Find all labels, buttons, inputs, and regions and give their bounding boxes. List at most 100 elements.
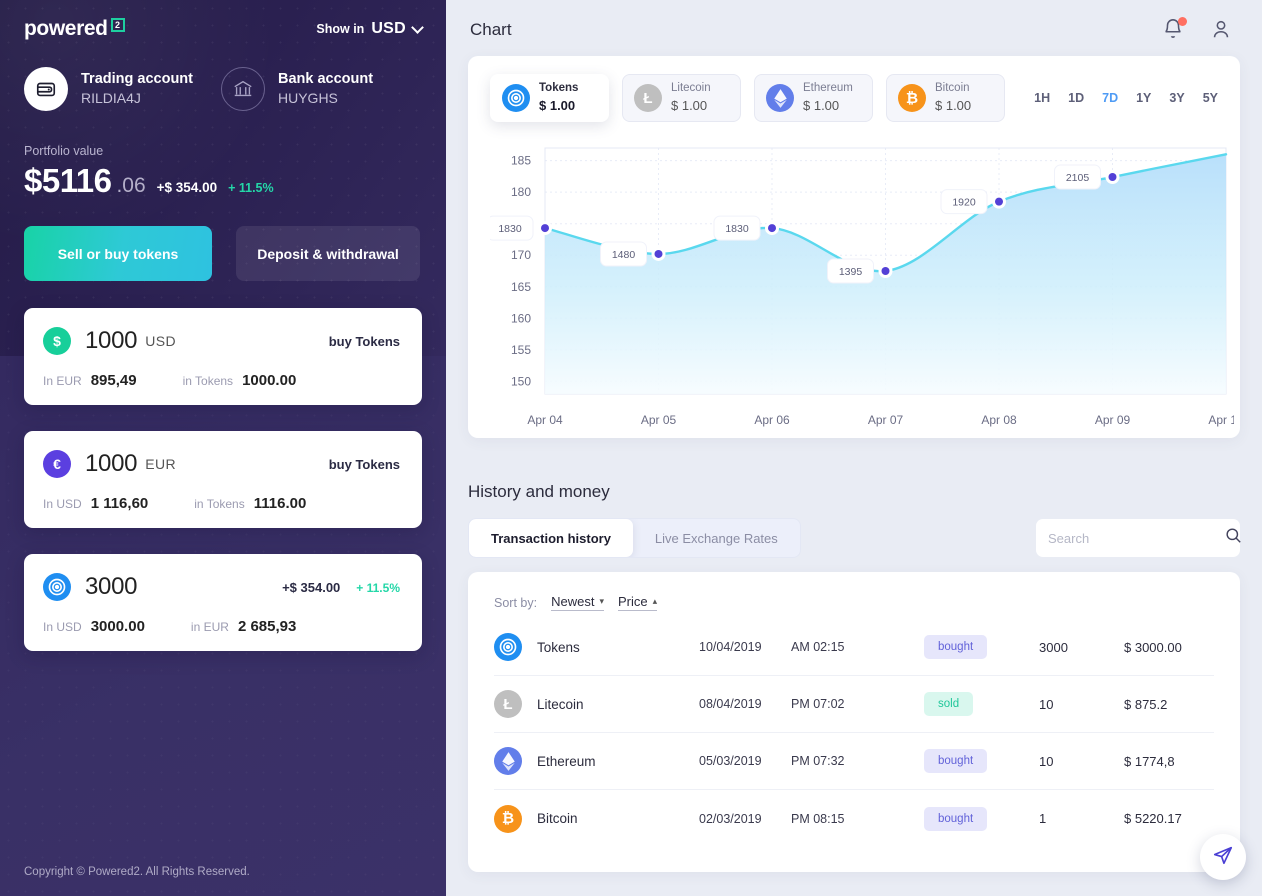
chart-point[interactable] [654,249,663,258]
copyright: Copyright © Powered2. All Rights Reserve… [24,866,250,878]
logo-mark-icon: 2 [110,18,125,32]
coin-tab-tokens-name: Tokens [539,82,579,95]
currency-selector[interactable]: Show in USD [316,20,424,38]
card-top: € 1000 EUR buy Tokens [43,450,400,478]
bank-account-id: HUYGHS [278,90,338,107]
sort-newest-button[interactable]: Newest ▾ [551,594,604,611]
trading-account-text: Trading account RILDIA4J [81,70,193,108]
chart-svg: 185180175170165160155150 183014801830139… [486,147,1244,427]
caret-down-icon: ▾ [599,596,604,606]
search-icon[interactable] [1224,526,1243,550]
usd-right-label: in Tokens [182,374,234,388]
point-label: 1830 [725,223,749,235]
tab-live-exchange-rates[interactable]: Live Exchange Rates [633,519,800,557]
coin-tab-text: Bitcoin $ 1.00 [935,81,971,114]
range-1y[interactable]: 1Y [1136,91,1151,105]
deposit-withdrawal-button[interactable]: Deposit & withdrawal [236,226,420,281]
row-tokens-icon [494,633,522,661]
sidebar: powered 2 Show in USD Trading account RI… [0,0,446,896]
table-row[interactable]: Ł Litecoin 08/04/2019 PM 07:02 sold 10 $… [494,676,1214,733]
header-icons [1162,17,1234,42]
currency-cards: $ 1000 USD buy Tokens In EUR 895,49 in T… [24,308,422,651]
point-label: 1395 [839,266,863,278]
usd-left-value: 895,49 [90,372,137,389]
chart-point[interactable] [1108,173,1117,182]
chevron-down-icon [411,20,424,34]
eur-buy-tokens-link[interactable]: buy Tokens [329,457,400,472]
bell-icon[interactable] [1162,17,1187,42]
card-top: 3000 +$ 354.00 + 11.5% [43,573,400,601]
sort-price-button[interactable]: Price ▴ [617,594,658,611]
row-ethereum-icon [494,747,522,775]
coin-tab-text: Ethereum $ 1.00 [803,81,853,114]
transactions-panel: Sort by: Newest ▾ Price ▴ Tokens 10/04/2… [468,572,1240,872]
coin-tab-litecoin[interactable]: Ł Litecoin $ 1.00 [622,74,741,122]
y-tick-label: 185 [511,154,531,168]
x-tick-label: Apr 09 [1095,413,1131,427]
coin-tab-ethereum[interactable]: Ethereum $ 1.00 [754,74,873,122]
y-tick-label: 150 [511,374,531,388]
chart-point[interactable] [541,224,549,233]
search-box[interactable] [1036,519,1243,557]
coin-tab-text: Litecoin $ 1.00 [671,81,711,114]
table-row[interactable]: ₿ Bitcoin 02/03/2019 PM 08:15 bought 1 $… [494,790,1214,847]
chart-point[interactable] [768,224,776,233]
range-1h[interactable]: 1H [1034,91,1050,105]
range-7d[interactable]: 7D [1102,91,1118,105]
logo-mark-text: 2 [115,19,121,30]
row-price: $ 5220.17 [1124,811,1182,826]
x-tick-label: Apr 05 [641,413,677,427]
usd-currency: USD [145,333,176,349]
bank-account-name: Bank account [278,70,374,87]
row-quantity: 1 [1039,811,1047,826]
tokens-percent: + 11.5% [356,580,400,595]
y-tick-label: 170 [511,248,531,262]
user-icon[interactable] [1210,18,1234,42]
send-button[interactable] [1200,834,1246,880]
coin-tab-tokens[interactable]: Tokens $ 1.00 [490,74,609,122]
usd-buy-tokens-link[interactable]: buy Tokens [329,334,400,349]
range-3y[interactable]: 3Y [1169,91,1184,105]
row-coin-name: Litecoin [537,696,584,712]
portfolio-value-label: Portfolio value [24,144,104,158]
table-row[interactable]: Ethereum 05/03/2019 PM 07:32 bought 10 $… [494,733,1214,790]
card-bottom: In USD 3000.00 in EUR 2 685,93 [43,618,400,635]
chart-point[interactable] [995,197,1003,206]
y-tick-label: 160 [511,311,531,325]
trading-account[interactable]: Trading account RILDIA4J [24,67,193,111]
currency-card-tokens[interactable]: 3000 +$ 354.00 + 11.5% In USD 3000.00 in… [24,554,422,651]
row-status-cell: bought [924,749,1039,773]
page-title: Chart [470,20,512,39]
tokens-delta: +$ 354.00 [282,579,341,595]
logo[interactable]: powered 2 [24,17,125,41]
accounts-row: Trading account RILDIA4J Bank account HU… [24,67,422,111]
bank-account[interactable]: Bank account HUYGHS [221,67,373,111]
search-input[interactable] [1048,530,1224,546]
row-time: AM 02:15 [791,640,845,654]
row-bitcoin-icon: ₿ [494,804,522,833]
chart-point[interactable] [881,267,890,275]
range-1d[interactable]: 1D [1068,91,1084,105]
chart-panel: Tokens $ 1.00 Ł Litecoin $ 1.00 Ethereum… [468,56,1244,438]
tokens-left-label: In USD [43,620,82,634]
table-row[interactable]: Tokens 10/04/2019 AM 02:15 bought 3000 $… [494,619,1214,676]
row-quantity: 10 [1039,753,1054,769]
coin-tab-bitcoin[interactable]: ₿ Bitcoin $ 1.00 [886,74,1005,122]
y-tick-label: 155 [511,343,531,357]
price-chart: 185180175170165160155150 183014801830139… [486,142,1244,438]
currency-card-eur[interactable]: € 1000 EUR buy Tokens In USD 1 116,60 in… [24,431,422,528]
sort-by-label: Sort by: [494,595,538,610]
coin-tab-bitcoin-price: $ 1.00 [935,97,972,113]
x-tick-label: Apr 04 [527,413,563,427]
row-quantity: 3000 [1039,639,1068,655]
usd-left-label: In EUR [43,374,82,388]
status-badge: bought [924,806,988,831]
sell-or-buy-tokens-button[interactable]: Sell or buy tokens [24,226,212,281]
range-5y[interactable]: 5Y [1203,91,1218,105]
card-bottom: In EUR 895,49 in Tokens 1000.00 [43,372,400,389]
history-tabs-row: Transaction history Live Exchange Rates [468,518,1243,558]
ethereum-icon [766,84,794,112]
currency-card-usd[interactable]: $ 1000 USD buy Tokens In EUR 895,49 in T… [24,308,422,405]
tokens-left-value: 3000.00 [90,618,145,635]
tab-transaction-history[interactable]: Transaction history [469,519,633,557]
